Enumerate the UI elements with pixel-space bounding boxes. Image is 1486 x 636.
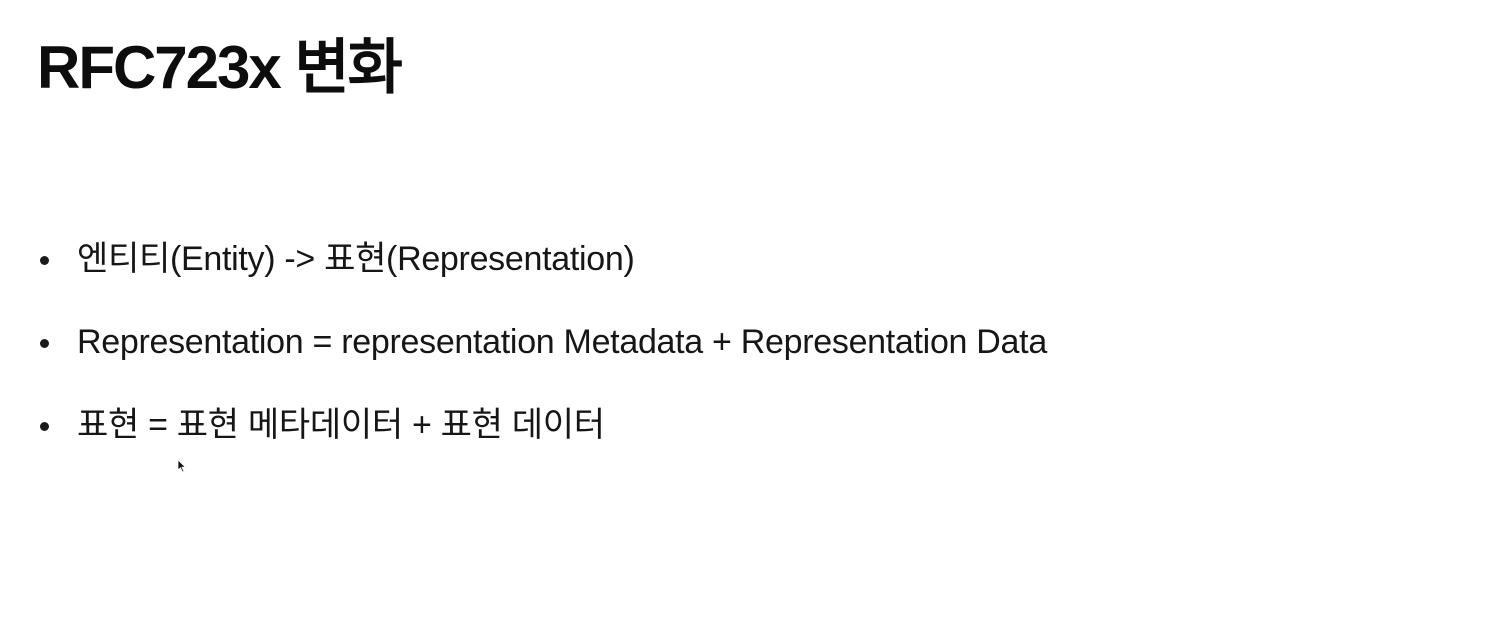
bullet-dot-icon <box>40 256 49 265</box>
slide-title: RFC723x 변화 <box>37 34 403 101</box>
mouse-pointer-icon <box>177 459 187 473</box>
bullet-dot-icon <box>40 422 49 431</box>
bullet-dot-icon <box>40 339 49 348</box>
bullet-item-entity-representation: 엔티티(Entity) -> 표현(Representation) <box>37 231 1047 314</box>
bullet-text: 엔티티(Entity) -> 표현(Representation) <box>77 240 635 278</box>
bullet-text: Representation = representation Metadata… <box>77 323 1047 361</box>
bullet-item-korean-definition: 표현 = 표현 메타데이터 + 표현 데이터 <box>37 397 1047 480</box>
bullet-item-representation-definition: Representation = representation Metadata… <box>37 314 1047 397</box>
bullet-text: 표현 = 표현 메타데이터 + 표현 데이터 <box>77 406 605 444</box>
bullet-list: 엔티티(Entity) -> 표현(Representation) Repres… <box>37 231 1047 480</box>
presentation-slide: RFC723x 변화 엔티티(Entity) -> 표현(Representat… <box>0 0 1486 636</box>
